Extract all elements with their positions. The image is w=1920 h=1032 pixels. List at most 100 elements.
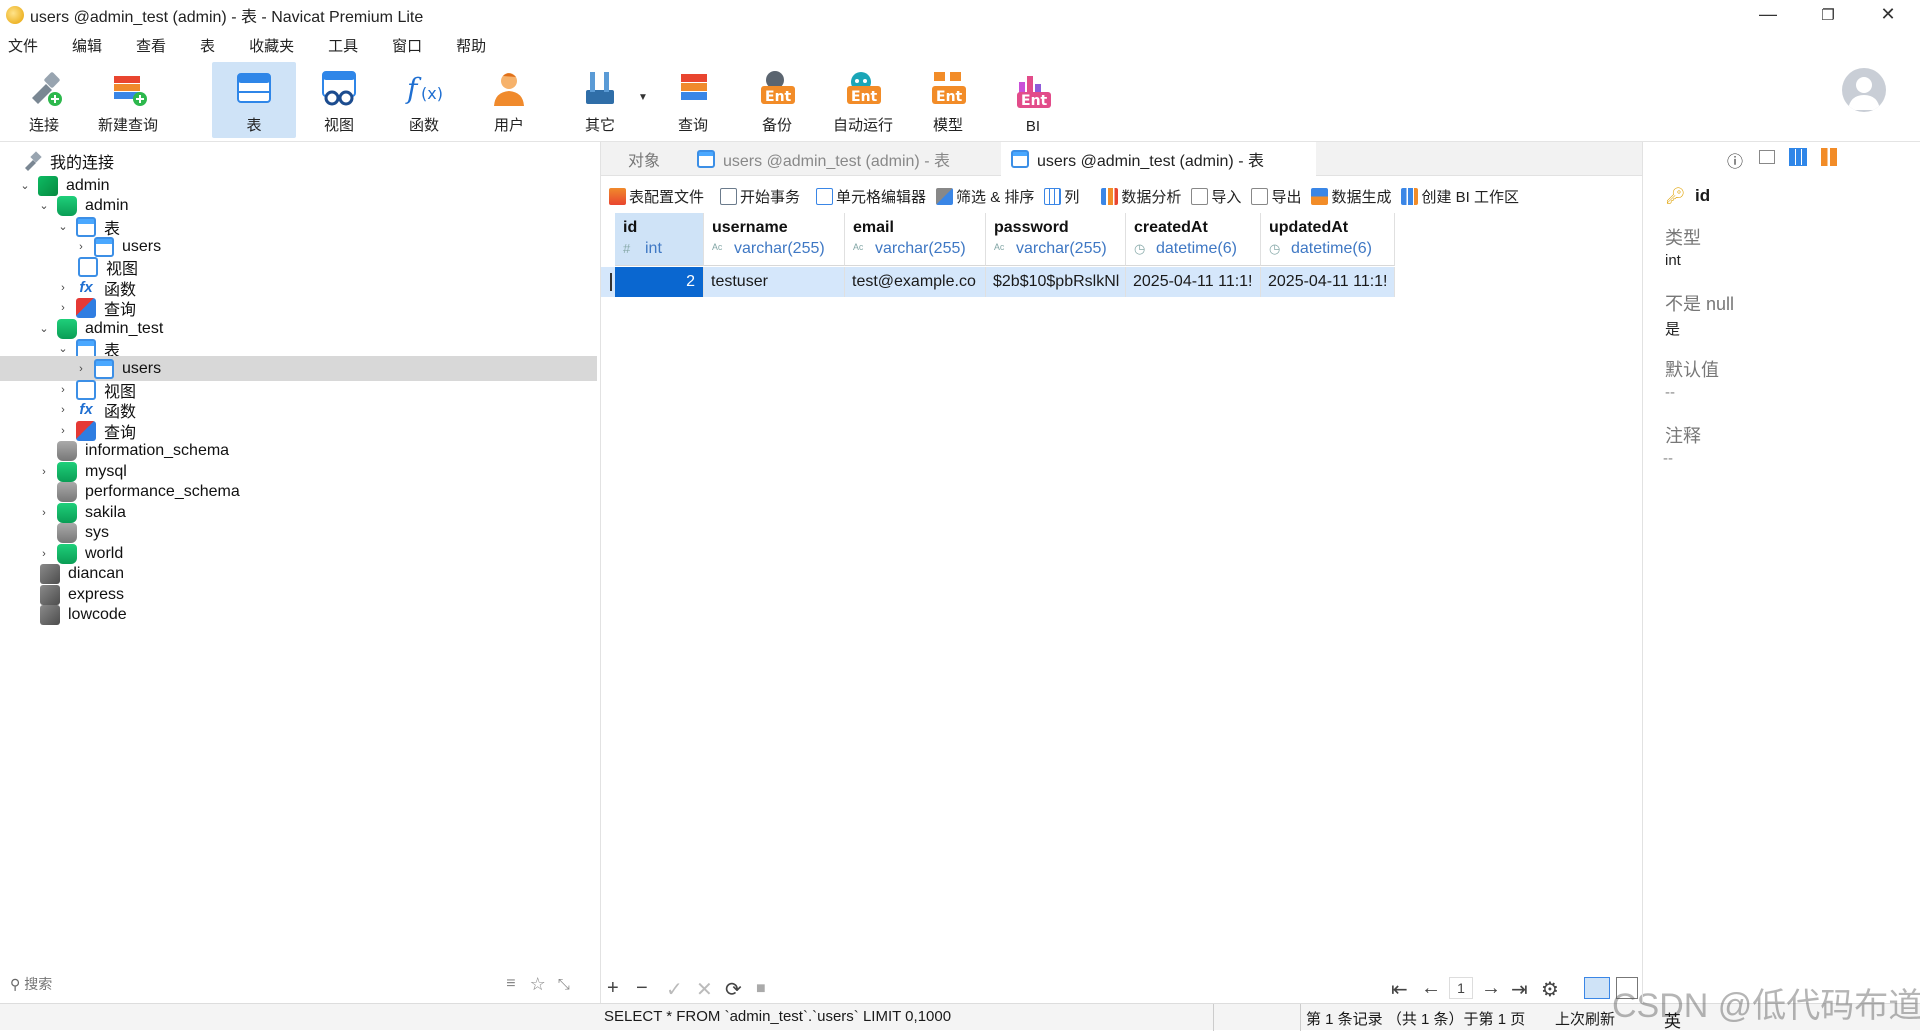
menu-file[interactable]: 文件 [8, 35, 38, 56]
bi-button[interactable]: Ent BI [991, 62, 1075, 138]
settings-icon[interactable]: ⚙ [1541, 977, 1559, 1002]
layout-icon[interactable] [1789, 148, 1807, 166]
tree-conn-lowcode[interactable]: lowcode [40, 602, 127, 627]
function-button[interactable]: f (x) 函数 [382, 62, 466, 138]
chevron-right-icon[interactable]: › [37, 547, 51, 561]
query-button[interactable]: 查询 [651, 62, 735, 138]
column-header-createdAt[interactable]: createdAt ◷ datetime(6) [1126, 213, 1261, 266]
column-header-id[interactable]: id # int [615, 213, 704, 266]
first-page-button[interactable]: ⇤ [1391, 977, 1408, 1002]
column-header-username[interactable]: username ᴬᶜ varchar(255) [704, 213, 845, 266]
new-query-button[interactable]: 新建查询 [86, 62, 170, 138]
menu-tools[interactable]: 工具 [328, 35, 358, 56]
table-icon [234, 68, 274, 108]
view-button[interactable]: 视图 [297, 62, 381, 138]
discard-changes-button[interactable]: ✕ [696, 977, 713, 1002]
apply-changes-button[interactable]: ✓ [666, 977, 683, 1002]
other-button[interactable]: 其它 [558, 62, 642, 138]
chevron-right-icon[interactable]: › [56, 383, 70, 397]
restore-button[interactable]: ❐ [1800, 0, 1856, 29]
page-number-field[interactable]: 1 [1449, 977, 1473, 999]
cell-email[interactable]: test@example.co [845, 267, 986, 297]
cell-id[interactable]: 2 [615, 267, 704, 297]
menu-window[interactable]: 窗口 [392, 35, 422, 56]
next-page-button[interactable]: → [1481, 977, 1501, 1000]
backup-button[interactable]: Ent 备份 [735, 62, 819, 138]
stop-button[interactable]: ■ [756, 980, 766, 998]
grid-navigation-bar: + − ✓ ✕ ⟳ ■ ⇤ ← 1 → ⇥ ⚙ [601, 975, 1642, 1003]
chevron-right-icon[interactable]: › [56, 301, 70, 315]
begin-transaction-button[interactable]: 开始事务 [720, 186, 800, 207]
info-icon[interactable]: ⓘ [1727, 148, 1743, 172]
ddl-icon[interactable] [1759, 150, 1775, 164]
column-header-email[interactable]: email ᴬᶜ varchar(255) [845, 213, 986, 266]
chevron-right-icon[interactable]: › [56, 281, 70, 295]
bi-icon: Ent [1013, 72, 1053, 112]
filter-sort-button[interactable]: 筛选 & 排序 [936, 186, 1034, 207]
data-generation-button[interactable]: 数据生成 [1311, 186, 1391, 207]
connect-button[interactable]: 连接 [2, 62, 86, 138]
app-icon [6, 5, 24, 24]
row-indicator[interactable] [601, 267, 615, 297]
menu-help[interactable]: 帮助 [456, 35, 486, 56]
function-icon: f (x) [404, 68, 444, 108]
grid-view-icon[interactable] [1584, 977, 1610, 999]
columns-button[interactable]: 列 [1044, 186, 1079, 207]
table-profile-button[interactable]: 表配置文件 [609, 186, 704, 207]
account-avatar[interactable] [1842, 68, 1886, 112]
other-dropdown-icon[interactable]: ▼ [638, 92, 648, 103]
chevron-right-icon[interactable]: › [37, 465, 51, 479]
prev-page-button[interactable]: ← [1421, 977, 1441, 1000]
backup-icon: Ent [757, 68, 797, 108]
cell-username[interactable]: testuser [704, 267, 845, 297]
tab-users-2-active[interactable]: users @admin_test (admin) - 表 [1001, 142, 1316, 176]
cell-password[interactable]: $2b$10$pbRslkNl [986, 267, 1126, 297]
add-record-button[interactable]: + [607, 977, 619, 1000]
svg-text:f: f [405, 72, 422, 105]
column-header-updatedAt[interactable]: updatedAt ◷ datetime(6) [1261, 213, 1395, 266]
tab-users-1[interactable]: users @admin_test (admin) - 表 [687, 142, 1000, 176]
model-icon: Ent [928, 68, 968, 108]
collapse-icon[interactable]: ⤡ [558, 976, 570, 993]
user-button[interactable]: 用户 [467, 62, 551, 138]
table-button[interactable]: 表 [212, 62, 296, 138]
tab-objects[interactable]: 对象 [601, 142, 687, 176]
tree-root[interactable]: 我的连接 [22, 148, 114, 173]
chevron-right-icon[interactable]: › [74, 362, 88, 376]
menu-edit[interactable]: 编辑 [72, 35, 102, 56]
chevron-right-icon[interactable]: › [56, 424, 70, 438]
model-button[interactable]: Ent 模型 [906, 62, 990, 138]
menu-view[interactable]: 查看 [136, 35, 166, 56]
chevron-down-icon[interactable]: ⌄ [37, 199, 51, 213]
minimize-button[interactable]: — [1740, 0, 1796, 29]
menu-favorites[interactable]: 收藏夹 [249, 35, 294, 56]
query-icon [673, 68, 713, 108]
export-icon [1251, 188, 1269, 205]
create-bi-button[interactable]: 创建 BI 工作区 [1401, 186, 1519, 207]
chevron-down-icon[interactable]: ⌄ [56, 220, 70, 234]
automation-button[interactable]: Ent 自动运行 [821, 62, 905, 138]
cell-updatedAt[interactable]: 2025-04-11 11:1! [1261, 267, 1395, 297]
chevron-down-icon[interactable]: ⌄ [37, 322, 51, 336]
chart-icon[interactable] [1821, 148, 1837, 166]
chevron-right-icon[interactable]: › [56, 403, 70, 417]
data-analysis-button[interactable]: 数据分析 [1101, 186, 1181, 207]
delete-record-button[interactable]: − [636, 977, 648, 1000]
cell-createdAt[interactable]: 2025-04-11 11:1! [1126, 267, 1261, 297]
cell-editor-button[interactable]: 单元格编辑器 [816, 186, 926, 207]
chevron-right-icon[interactable]: › [37, 506, 51, 520]
filter-icon[interactable]: ≡ [506, 975, 515, 993]
close-button[interactable]: ✕ [1860, 0, 1916, 29]
menu-table[interactable]: 表 [200, 35, 215, 56]
ime-indicator[interactable]: 英 [1664, 1007, 1681, 1032]
chevron-down-icon[interactable]: ⌄ [56, 342, 70, 356]
search-input[interactable] [24, 976, 465, 992]
last-page-button[interactable]: ⇥ [1511, 977, 1528, 1002]
export-button[interactable]: 导出 [1251, 186, 1301, 207]
chevron-right-icon[interactable]: › [74, 240, 88, 254]
column-header-password[interactable]: password ᴬᶜ varchar(255) [986, 213, 1126, 266]
import-button[interactable]: 导入 [1191, 186, 1241, 207]
chevron-down-icon[interactable]: ⌄ [18, 179, 32, 193]
refresh-button[interactable]: ⟳ [725, 977, 742, 1002]
star-icon[interactable]: ☆ [530, 974, 546, 995]
